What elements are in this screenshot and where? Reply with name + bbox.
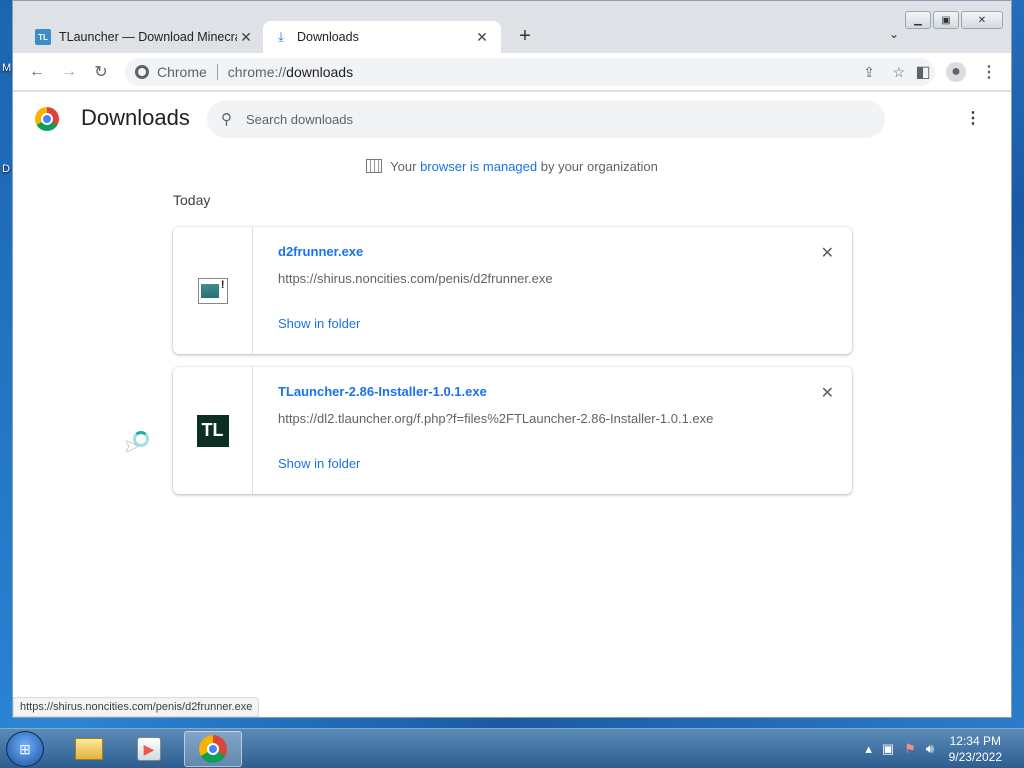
- taskbar-chrome[interactable]: [184, 731, 242, 767]
- browser-toolbar: ← → ↻ Chrome chrome://downloads ⇪ ☆ ◧ ● …: [13, 53, 1011, 91]
- remove-item-icon[interactable]: ✕: [821, 243, 834, 263]
- file-source-url[interactable]: https://dl2.tlauncher.org/f.php?f=files%…: [278, 411, 713, 426]
- chrome-window: TL TLauncher — Download Minecra ✕ ⤓ Down…: [12, 0, 1012, 718]
- maximize-button[interactable]: ▣: [933, 11, 959, 29]
- system-tray: ▴ ▣ ⚑ 🔊︎: [865, 741, 934, 757]
- search-icon: ⚲: [221, 111, 232, 128]
- managed-link[interactable]: browser is managed: [420, 159, 537, 174]
- show-in-folder-link[interactable]: Show in folder: [278, 316, 360, 331]
- taskbar-explorer[interactable]: [60, 731, 118, 767]
- tab-title: TLauncher — Download Minecra: [59, 30, 237, 44]
- taskbar: ⊞ ▶ ▴ ▣ ⚑ 🔊︎ 12:34 PM 9/23/2022: [0, 728, 1024, 768]
- chrome-site-icon: [135, 65, 149, 79]
- close-window-button[interactable]: ✕: [961, 11, 1003, 29]
- desktop-icon-label-fragment: D: [2, 163, 10, 175]
- tab-strip: TL TLauncher — Download Minecra ✕ ⤓ Down…: [13, 1, 1011, 53]
- window-controls: ▁ ▣ ✕: [905, 11, 1003, 29]
- site-label: Chrome: [157, 64, 207, 80]
- more-actions-icon[interactable]: ⋮: [965, 108, 981, 128]
- tlauncher-icon: TL: [35, 29, 51, 45]
- file-icon-column: TL: [173, 367, 253, 494]
- section-date-header: Today: [173, 192, 211, 208]
- taskbar-media-player[interactable]: ▶: [120, 731, 178, 767]
- start-button[interactable]: ⊞: [6, 731, 44, 767]
- omnibox-divider: [216, 64, 218, 80]
- status-bubble: https://shirus.noncities.com/penis/d2fru…: [13, 697, 260, 717]
- new-tab-button[interactable]: +: [513, 25, 537, 48]
- close-tab-icon[interactable]: ✕: [237, 29, 255, 46]
- clock-date: 9/23/2022: [948, 750, 1002, 764]
- tab-title: Downloads: [297, 30, 359, 44]
- folder-icon: [75, 738, 103, 760]
- download-item: TL TLauncher-2.86-Installer-1.0.1.exe ht…: [173, 367, 852, 494]
- page-title: Downloads: [81, 105, 190, 130]
- download-icon: ⤓: [278, 29, 284, 44]
- download-item: d2frunner.exe https://shirus.noncities.c…: [173, 227, 852, 354]
- show-in-folder-link[interactable]: Show in folder: [278, 456, 360, 471]
- side-panel-icon[interactable]: ◧: [913, 62, 933, 82]
- chrome-logo-icon: [35, 107, 59, 131]
- desktop-icon-label-fragment: M: [2, 62, 12, 74]
- minimize-button[interactable]: ▁: [905, 11, 931, 29]
- address-bar[interactable]: Chrome chrome://downloads ⇪ ☆: [125, 58, 935, 86]
- share-icon[interactable]: ⇪: [863, 64, 875, 81]
- reload-icon[interactable]: ↻: [91, 62, 111, 82]
- search-downloads-input[interactable]: ⚲ Search downloads: [207, 100, 885, 138]
- network-icon[interactable]: ▣: [882, 741, 894, 757]
- tab-search-button[interactable]: ⌄: [889, 27, 899, 41]
- downloads-header: Downloads ⚲ Search downloads ⋮: [13, 92, 1011, 148]
- remove-item-icon[interactable]: ✕: [821, 383, 834, 403]
- search-placeholder: Search downloads: [246, 111, 353, 127]
- clock-time: 12:34 PM: [949, 734, 1001, 748]
- exe-file-icon: [197, 277, 228, 304]
- file-source-url[interactable]: https://shirus.noncities.com/penis/d2fru…: [278, 271, 553, 286]
- building-icon: [366, 159, 383, 173]
- tlauncher-app-icon: TL: [196, 414, 229, 447]
- file-name-link[interactable]: d2frunner.exe: [278, 244, 363, 259]
- back-icon[interactable]: ←: [27, 62, 47, 82]
- bookmark-star-icon[interactable]: ☆: [892, 64, 905, 81]
- url-text: chrome://downloads: [227, 64, 354, 80]
- file-name-link[interactable]: TLauncher-2.86-Installer-1.0.1.exe: [278, 384, 487, 399]
- mouse-cursor-icon: ➤: [124, 436, 140, 456]
- tab-downloads[interactable]: ⤓ Downloads ✕: [263, 21, 501, 53]
- clock[interactable]: 12:34 PM 9/23/2022: [949, 733, 1002, 765]
- managed-notice: Your browser is managed by your organiza…: [13, 159, 1011, 174]
- profile-avatar-icon[interactable]: ●: [946, 62, 966, 82]
- chrome-icon: [199, 735, 227, 763]
- forward-icon[interactable]: →: [59, 62, 79, 82]
- volume-icon[interactable]: 🔊︎: [926, 741, 934, 757]
- file-icon-column: [173, 227, 253, 354]
- action-center-icon[interactable]: ⚑: [904, 741, 916, 757]
- downloads-page: Downloads ⚲ Search downloads ⋮ Your brow…: [13, 92, 1011, 717]
- show-hidden-icons-icon[interactable]: ▴: [865, 741, 872, 757]
- tab-tlauncher[interactable]: TL TLauncher — Download Minecra ✕: [25, 21, 265, 53]
- close-tab-icon[interactable]: ✕: [473, 29, 491, 46]
- chrome-menu-icon[interactable]: ⋮: [979, 62, 999, 82]
- media-player-icon: ▶: [137, 737, 161, 761]
